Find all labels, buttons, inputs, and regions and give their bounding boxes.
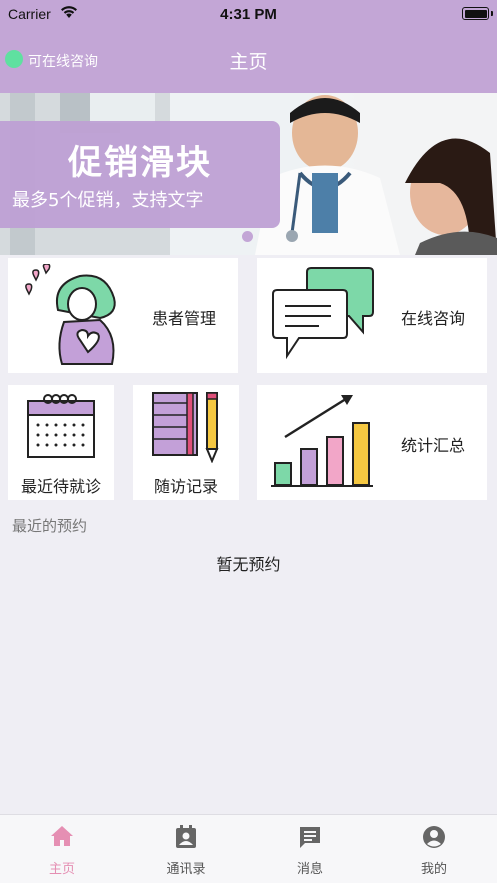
notebook-pencil-icon (152, 392, 219, 463)
tab-profile[interactable]: 我的 (372, 815, 496, 883)
tab-messages[interactable]: 消息 (248, 815, 372, 883)
battery-icon (462, 7, 489, 20)
patient-management-card[interactable]: 患者管理 (8, 258, 238, 373)
top-header: Carrier 4:31 PM 可在线咨询 主页 (0, 0, 497, 93)
statistics-label: 统计汇总 (401, 436, 466, 455)
carousel-page-indicator[interactable] (242, 231, 253, 242)
page-title: 主页 (229, 51, 268, 73)
tab-home-label: 主页 (48, 862, 75, 877)
status-bar: Carrier 4:31 PM (0, 0, 497, 28)
tab-contacts[interactable]: 通讯录 (124, 815, 248, 883)
recent-appointments-heading: 最近的预约 (12, 517, 88, 535)
status-time: 4:31 PM (220, 6, 277, 23)
recent-visits-card[interactable]: 最近待就诊 (8, 385, 114, 500)
bar-chart-icon (271, 395, 373, 487)
patient-management-label: 患者管理 (152, 309, 217, 328)
statistics-card[interactable]: 统计汇总 (257, 385, 487, 500)
tab-messages-label: 消息 (296, 862, 323, 877)
follow-up-records-label: 随访记录 (153, 477, 218, 496)
promo-subtitle: 最多5个促销，支持文字 (12, 190, 204, 211)
message-icon (300, 827, 320, 848)
tab-home[interactable]: 主页 (0, 815, 124, 883)
promo-title: 促销滑块 (68, 143, 212, 183)
follow-up-records-card[interactable]: 随访记录 (133, 385, 239, 500)
pregnant-woman-icon (25, 264, 116, 365)
tab-profile-label: 我的 (420, 862, 447, 877)
profile-icon (423, 826, 445, 848)
battery-tip (491, 11, 493, 16)
tab-contacts-label: 通讯录 (166, 862, 206, 877)
chat-bubbles-icon (272, 267, 374, 360)
calendar-icon (27, 394, 95, 458)
home-icon (51, 826, 73, 846)
online-consult-card[interactable]: 在线咨询 (257, 258, 487, 373)
recent-visits-label: 最近待就诊 (20, 477, 101, 496)
bottom-tab-bar: 主页 通讯录 消息 我的 (0, 814, 497, 883)
online-consult-label: 在线咨询 (401, 309, 466, 328)
contacts-icon (176, 825, 196, 848)
no-appointments-text: 暂无预约 (216, 555, 281, 574)
